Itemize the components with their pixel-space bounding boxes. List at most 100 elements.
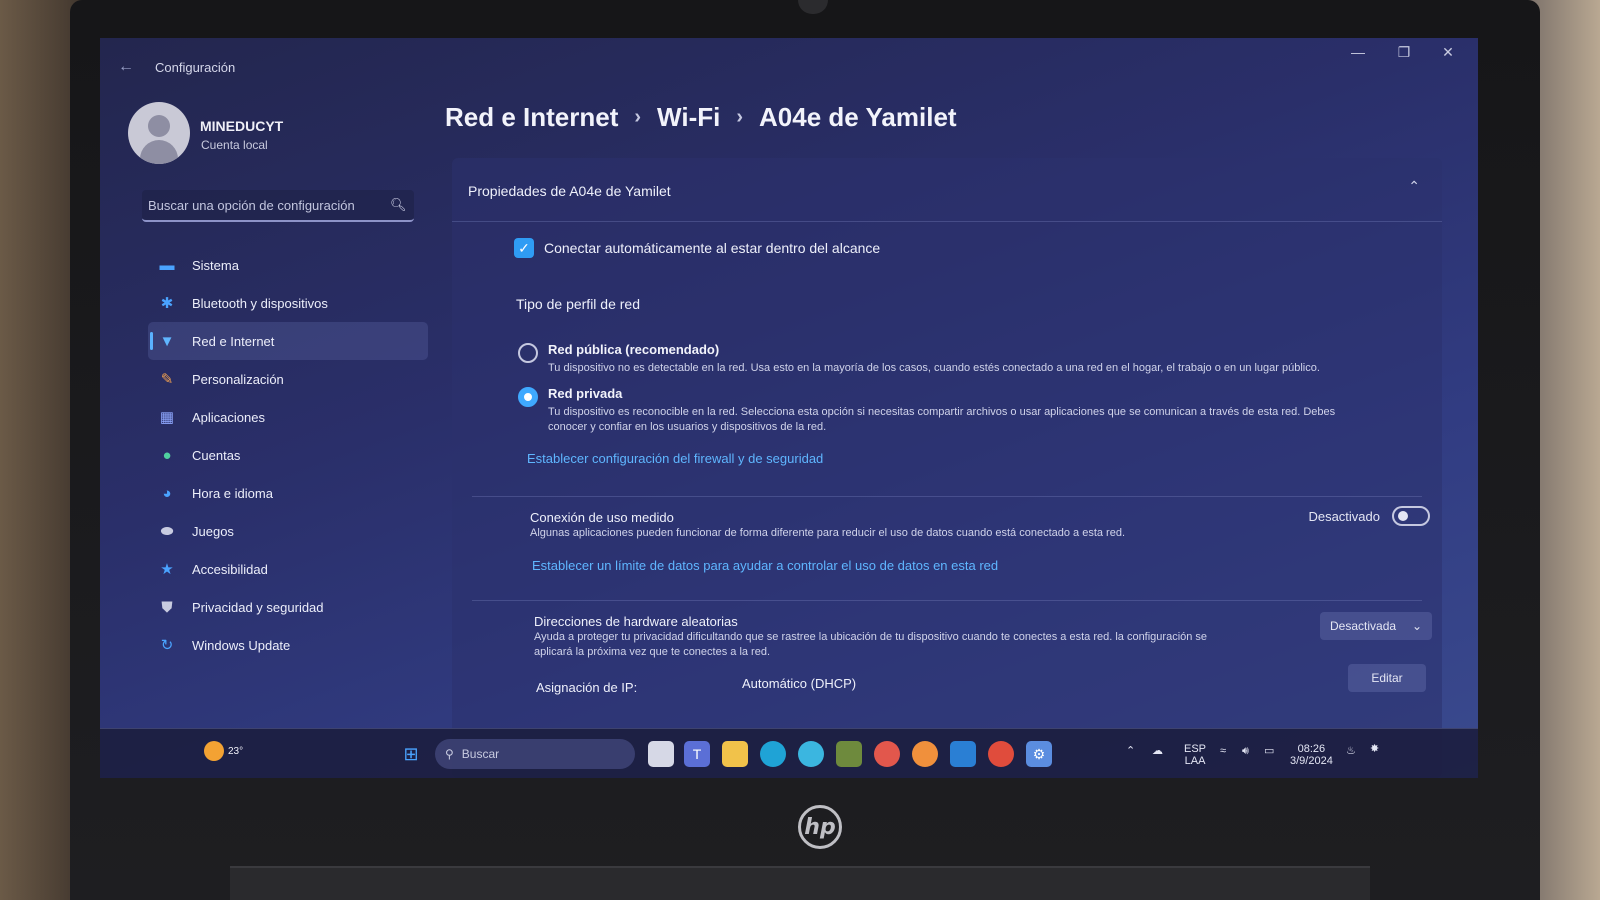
sidebar-item-label: Windows Update <box>192 637 291 653</box>
minimize-button[interactable]: — <box>1338 44 1378 68</box>
private-network-description: Tu dispositivo es reconocible en la red.… <box>548 406 1336 433</box>
ip-assignment-value: Automático (DHCP) <box>742 676 857 691</box>
weather-widget[interactable]: 23° <box>204 741 243 761</box>
edge-icon[interactable] <box>760 741 786 767</box>
vscode-icon[interactable] <box>950 741 976 767</box>
sidebar-item-label: Aplicaciones <box>192 409 265 425</box>
search-input[interactable]: Buscar una opción de configuración <box>148 198 390 213</box>
data-limit-link[interactable]: Establecer un límite de datos para ayuda… <box>532 558 998 573</box>
hp-logo: hp <box>798 805 842 849</box>
breadcrumb: Red e Internet › Wi-Fi › A04e de Yamilet <box>445 102 957 133</box>
taskbar-search[interactable]: ⚲ Buscar <box>435 739 635 769</box>
breadcrumb-red-e-internet[interactable]: Red e Internet <box>445 102 618 133</box>
public-network-option[interactable]: Red pública (recomendado) Tu dispositivo… <box>518 342 1358 376</box>
public-network-radio[interactable] <box>518 343 538 363</box>
metered-connection-toggle-group[interactable]: Desactivado <box>1308 506 1430 526</box>
laptop-hinge <box>230 866 1370 900</box>
battery-icon[interactable]: ▭ <box>1264 745 1274 757</box>
metered-connection-title: Conexión de uso medido <box>530 510 674 525</box>
update-icon: ↻ <box>160 637 174 654</box>
chrome-app-icon[interactable] <box>798 741 824 767</box>
person-icon: ● <box>162 446 172 464</box>
breadcrumb-wifi[interactable]: Wi-Fi <box>657 102 720 133</box>
bluetooth-icon: ✱ <box>160 295 174 312</box>
settings-window: ← Configuración — ❐ ✕ MINEDUCYT Cuenta l… <box>100 38 1478 778</box>
clock-date: 3/9/2024 <box>1290 755 1333 767</box>
sidebar-item-aplicaciones[interactable]: ▦ Aplicaciones <box>148 398 428 436</box>
firewall-settings-link[interactable]: Establecer configuración del firewall y … <box>527 451 823 466</box>
random-hw-address-dropdown[interactable]: Desactivada ⌄ <box>1320 612 1432 640</box>
sidebar-item-label: Personalización <box>192 371 284 387</box>
taskbar: 23° ⊞ ⚲ Buscar T ⚙ ⌃ ☁ ESP LAA ≈ 🔊︎ ▭ 08… <box>100 728 1478 778</box>
auto-connect-row[interactable]: ✓ Conectar automáticamente al estar dent… <box>514 238 880 258</box>
divider <box>472 600 1422 601</box>
private-network-option[interactable]: Red privada Tu dispositivo es reconocibl… <box>518 386 1358 435</box>
sidebar-item-label: Red e Internet <box>192 333 275 349</box>
chrome-icon[interactable] <box>874 741 900 767</box>
avatar-head <box>148 115 170 137</box>
private-network-radio[interactable] <box>518 387 538 407</box>
search-icon: ⚲ <box>445 747 454 761</box>
breadcrumb-separator: › <box>634 106 642 128</box>
sidebar-item-cuentas[interactable]: ● Cuentas <box>148 436 428 474</box>
wifi-icon: ▼ <box>159 332 175 350</box>
clock[interactable]: 08:26 3/9/2024 <box>1290 743 1333 767</box>
chevron-up-icon[interactable]: ⌃ <box>1408 178 1420 195</box>
search-icon[interactable]: 🔍︎ <box>390 197 414 213</box>
start-windows-icon[interactable]: ⊞ <box>398 741 424 767</box>
public-network-title: Red pública (recomendado) <box>548 342 720 357</box>
sidebar-item-accesibilidad[interactable]: ★ Accesibilidad <box>148 550 428 588</box>
monitor-icon: ▬ <box>159 256 175 274</box>
wifi-icon[interactable]: ≈ <box>1220 745 1226 757</box>
search-box[interactable]: Buscar una opción de configuración 🔍︎ <box>142 190 414 222</box>
taskbar-search-label: Buscar <box>461 747 500 761</box>
chrome-profile-icon[interactable] <box>912 741 938 767</box>
sidebar-item-bluetooth-y-dispositivos[interactable]: ✱ Bluetooth y dispositivos <box>148 284 428 322</box>
sidebar-item-red-e-internet[interactable]: ▼ Red e Internet <box>148 322 428 360</box>
chrome-alt-icon[interactable] <box>988 741 1014 767</box>
close-button[interactable]: ✕ <box>1428 44 1468 68</box>
clock-time: 08:26 <box>1297 743 1326 755</box>
sidebar-item-sistema[interactable]: ▬ Sistema <box>148 246 428 284</box>
chevron-up-icon[interactable]: ⌃ <box>1126 745 1135 757</box>
metered-connection-state: Desactivado <box>1308 508 1380 524</box>
back-arrow-icon[interactable]: ← <box>118 58 134 76</box>
ip-assignment-label: Asignación de IP: <box>536 680 638 695</box>
profile-name: MINEDUCYT <box>200 118 284 134</box>
file-explorer-icon[interactable] <box>722 741 748 767</box>
breadcrumb-separator: › <box>736 106 744 128</box>
auto-connect-checkbox[interactable]: ✓ <box>514 238 534 258</box>
ip-edit-button[interactable]: Editar <box>1348 664 1426 692</box>
page-title: A04e de Yamilet <box>759 102 957 132</box>
teams-icon[interactable]: T <box>684 741 710 767</box>
restore-button[interactable]: ❐ <box>1384 44 1424 68</box>
sidebar-item-juegos[interactable]: ⬬ Juegos <box>148 512 428 550</box>
auto-connect-label: Conectar automáticamente al estar dentro… <box>544 240 881 256</box>
cloud-icon[interactable]: ☁ <box>1152 745 1163 757</box>
metered-connection-toggle[interactable] <box>1392 506 1430 526</box>
apps-icon: ▦ <box>159 409 175 426</box>
public-network-description: Tu dispositivo no es detectable en la re… <box>548 362 1320 374</box>
avatar[interactable] <box>128 102 190 164</box>
language-indicator[interactable]: ESP LAA <box>1184 743 1206 767</box>
sidebar-item-windows-update[interactable]: ↻ Windows Update <box>148 626 428 664</box>
bell-icon[interactable]: ♨ <box>1346 745 1356 757</box>
sidebar-nav: ▬ Sistema ✱ Bluetooth y dispositivos ▼ Red e … <box>148 246 428 664</box>
chevron-down-icon: ⌄ <box>1411 619 1422 633</box>
volume-icon[interactable]: 🔊︎ <box>1242 745 1249 757</box>
settings-gear-icon[interactable]: ⚙ <box>1026 741 1052 767</box>
title-bar: ← Configuración — ❐ ✕ <box>100 38 1478 80</box>
sidebar-item-personalizaci-n[interactable]: ✎ Personalización <box>148 360 428 398</box>
random-hw-address-value: Desactivada <box>1330 619 1397 633</box>
app-icon[interactable] <box>836 741 862 767</box>
sidebar-item-privacidad-y-seguridad[interactable]: ⛊ Privacidad y seguridad <box>148 588 428 626</box>
properties-header[interactable]: Propiedades de A04e de Yamilet ⌃ <box>452 158 1442 222</box>
copilot-icon[interactable]: ✸ <box>1370 743 1379 755</box>
sidebar-item-label: Bluetooth y dispositivos <box>192 295 328 311</box>
random-hw-address-title: Direcciones de hardware aleatorias <box>534 614 738 629</box>
sidebar-item-label: Accesibilidad <box>192 561 268 577</box>
task-view-icon[interactable] <box>648 741 674 767</box>
sidebar-item-hora-e-idioma[interactable]: ◕ Hora e idioma <box>148 474 428 512</box>
avatar-body <box>140 140 178 164</box>
sidebar-item-label: Privacidad y seguridad <box>192 599 324 615</box>
